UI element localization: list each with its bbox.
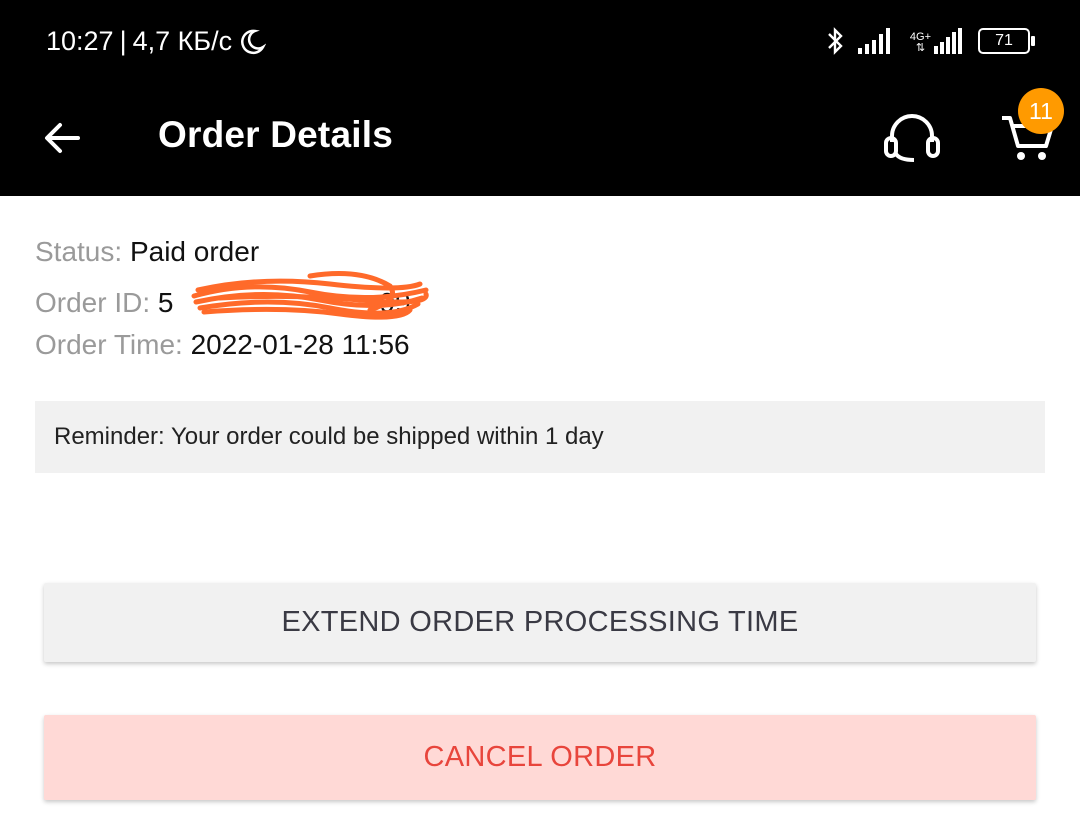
back-button[interactable] — [40, 116, 84, 160]
customer-service-button[interactable] — [880, 108, 944, 172]
order-time-label: Order Time: — [35, 329, 183, 360]
moon-icon — [241, 29, 267, 54]
cart-count-badge: 11 — [1018, 88, 1064, 134]
status-left: 10:27 | 4,7 КБ/с — [46, 26, 267, 57]
signal-4g: 4G+ ⇅ — [910, 28, 964, 54]
status-value: Paid order — [129, 236, 260, 267]
order-status-row: Status: Paid order — [35, 236, 259, 268]
extend-processing-time-button[interactable]: EXTEND ORDER PROCESSING TIME — [44, 583, 1036, 662]
bluetooth-icon — [828, 27, 843, 55]
battery-level: 71 — [995, 32, 1013, 49]
status-right: 4G+ ⇅ 71 — [826, 26, 1035, 56]
cancel-order-button[interactable]: CANCEL ORDER — [44, 715, 1036, 800]
battery-icon: 71 — [978, 28, 1035, 54]
status-bar: 10:27 | 4,7 КБ/с 4G+ ⇅ 71 — [0, 0, 1080, 88]
order-time-value: 2022-01-28 11:56 — [190, 329, 410, 360]
status-separator: | — [119, 26, 127, 56]
page-title: Order Details — [158, 114, 393, 155]
status-label: Status: — [35, 236, 123, 267]
signal-icon — [857, 28, 890, 54]
back-arrow-icon — [45, 123, 80, 153]
order-time-row: Order Time: 2022-01-28 11:56 — [35, 329, 410, 361]
status-time: 10:27 — [46, 26, 114, 56]
redaction-scribble — [191, 271, 429, 320]
headset-icon — [884, 114, 940, 162]
data-arrows-icon: ⇅ — [915, 42, 926, 54]
order-id-label: Order ID: — [35, 287, 151, 318]
order-id-start: 5 — [157, 287, 174, 318]
signal-4g-bars-icon — [934, 28, 962, 54]
shipping-reminder: Reminder: Your order could be shipped wi… — [35, 401, 1045, 473]
status-speed: 4,7 КБ/с — [132, 26, 233, 56]
app-bar: Order Details — [0, 88, 1080, 196]
